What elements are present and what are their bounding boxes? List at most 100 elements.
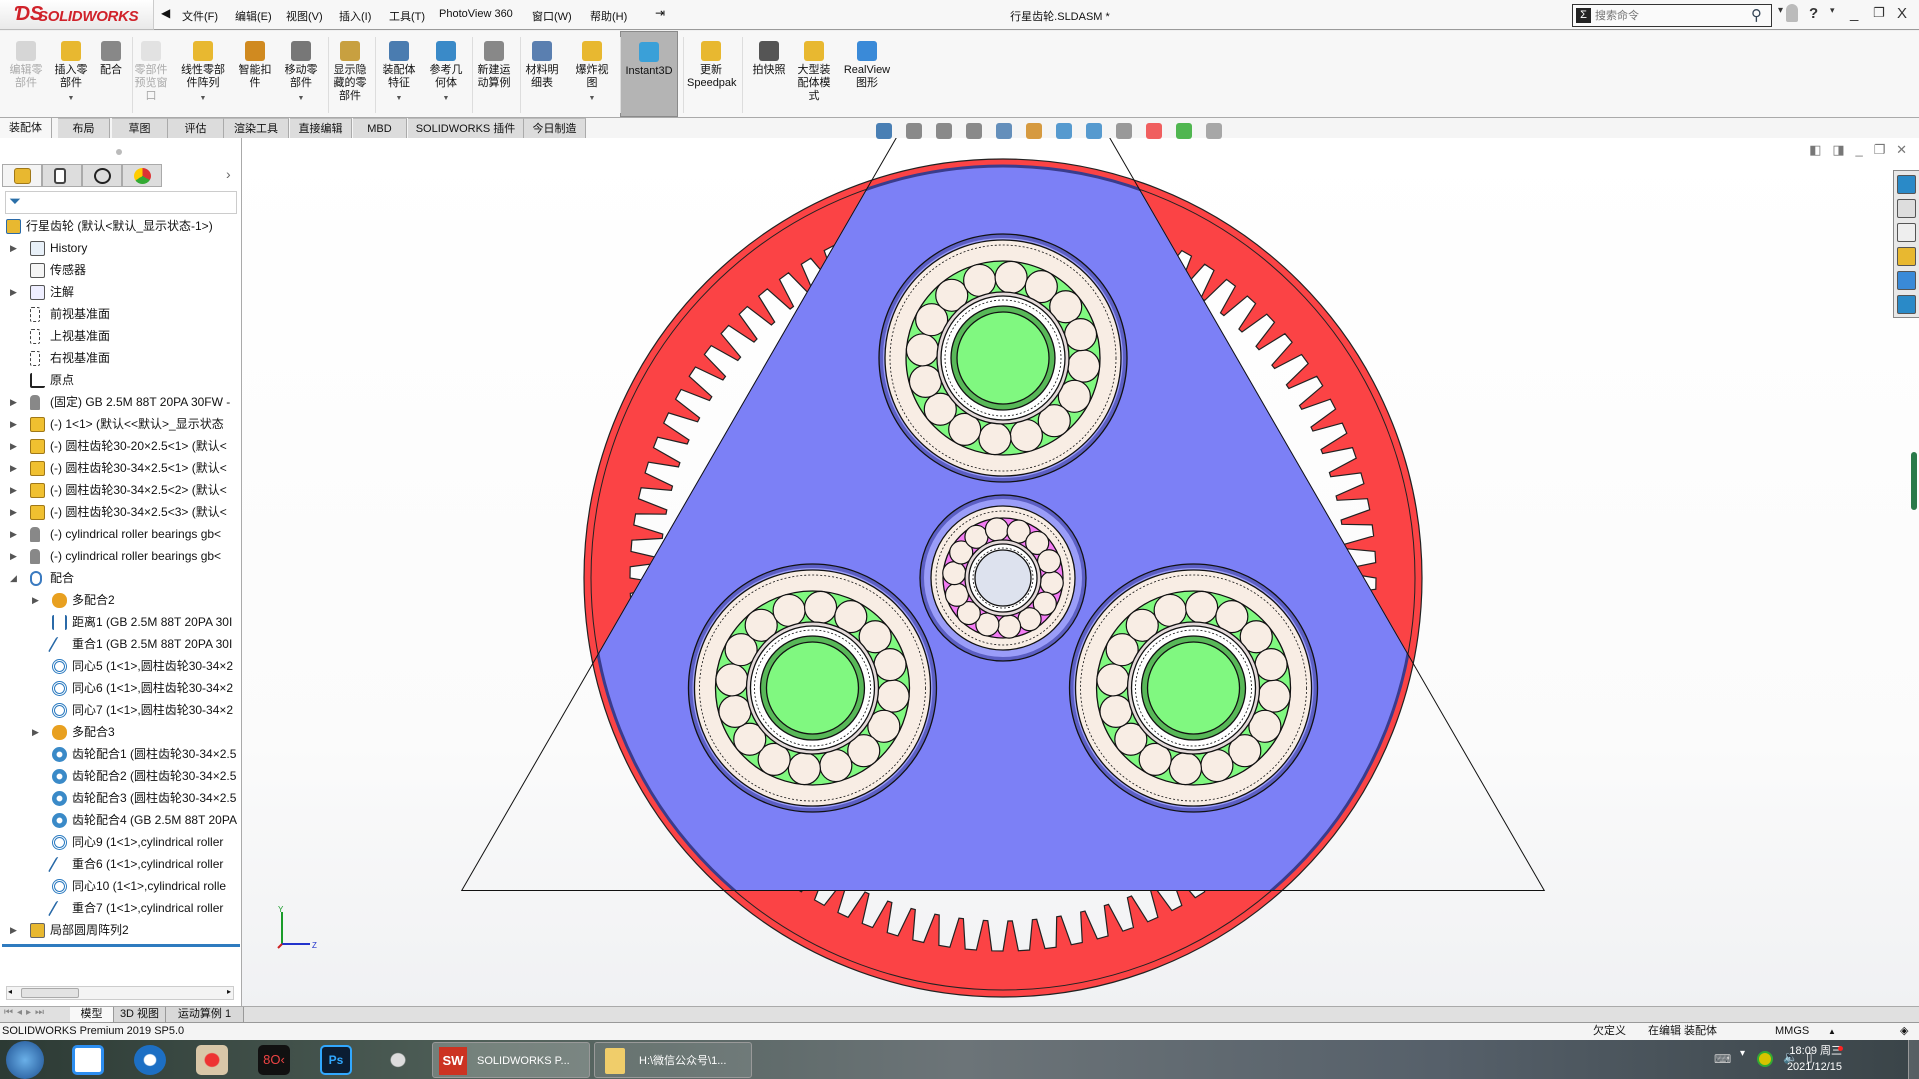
- ribbon-button[interactable]: 参考几 何体 ▼: [422, 31, 470, 117]
- solidworks-logo[interactable]: ƊS SOLIDWORKS: [0, 0, 154, 30]
- tree-filter[interactable]: ⏷: [5, 191, 237, 214]
- tree-item[interactable]: ▶ (-) 圆柱齿轮30-34×2.5<3> (默认<: [0, 501, 240, 523]
- view-settings-icon[interactable]: [1206, 123, 1222, 139]
- dropdown-arrow-icon[interactable]: ▼: [422, 92, 470, 105]
- menu-item[interactable]: 视图(V): [286, 8, 323, 24]
- tree-item[interactable]: ▶ History: [0, 237, 240, 259]
- menu-item[interactable]: 编辑(E): [235, 8, 272, 24]
- planet-gear-3[interactable]: [687, 563, 938, 813]
- tree-item[interactable]: 齿轮配合1 (圆柱齿轮30-34×2.5: [0, 743, 240, 765]
- tree-item[interactable]: ▶ (-) 圆柱齿轮30-34×2.5<2> (默认<: [0, 479, 240, 501]
- view-cube-icon[interactable]: [1056, 123, 1072, 139]
- tree-item[interactable]: 齿轮配合2 (圆柱齿轮30-34×2.5: [0, 765, 240, 787]
- apply-scene-icon[interactable]: [1176, 123, 1192, 139]
- previous-doc-icon[interactable]: ◧: [1809, 142, 1821, 157]
- dropdown-arrow-icon[interactable]: ▼: [568, 92, 616, 105]
- system-clock[interactable]: 18:09 周三 2021/12/15: [1712, 1043, 1842, 1075]
- tree-item[interactable]: ▶ 多配合3: [0, 721, 240, 743]
- tree-item[interactable]: 传感器: [0, 259, 240, 281]
- tab[interactable]: MBD: [353, 118, 407, 138]
- menu-item[interactable]: PhotoView 360: [439, 8, 513, 20]
- scroll-left-icon[interactable]: ◂: [8, 987, 12, 996]
- tab[interactable]: SOLIDWORKS 插件: [408, 118, 524, 138]
- custom-properties-icon[interactable]: [1897, 295, 1916, 314]
- tree-item[interactable]: 重合1 (GB 2.5M 88T 20PA 30I: [0, 633, 240, 655]
- planet-gear-2[interactable]: [1068, 563, 1319, 813]
- task-pane-scroll[interactable]: [1911, 452, 1917, 510]
- display-manager-tab[interactable]: [122, 164, 162, 187]
- ribbon-button[interactable]: 材料明 细表: [518, 31, 566, 117]
- dropdown-arrow-icon[interactable]: ▼: [179, 92, 227, 105]
- restore-icon[interactable]: ❐: [1873, 5, 1885, 21]
- ribbon-button[interactable]: 零部件 预览窗 口: [127, 31, 175, 117]
- show-desktop-button[interactable]: [1908, 1040, 1919, 1079]
- tree-item[interactable]: 齿轮配合3 (圆柱齿轮30-34×2.5: [0, 787, 240, 809]
- quick-tips-icon[interactable]: ◈: [1900, 1023, 1908, 1040]
- menu-item[interactable]: 窗口(W): [532, 8, 572, 24]
- graphics-area[interactable]: Y Z ◧ ◨ _ ❐ ✕: [242, 138, 1919, 1006]
- tree-item[interactable]: 上视基准面: [0, 325, 240, 347]
- tree-item[interactable]: 重合7 (1<1>,cylindrical roller: [0, 897, 240, 919]
- rollback-bar[interactable]: [2, 944, 240, 947]
- tab[interactable]: 布局: [58, 118, 110, 138]
- previous-view-icon[interactable]: [966, 123, 982, 139]
- help-icon[interactable]: ?: [1809, 5, 1818, 22]
- file-explorer-icon[interactable]: [1897, 223, 1916, 242]
- tree-item[interactable]: ▶ (-) 1<1> (默认<<默认>_显示状态: [0, 413, 240, 435]
- bottom-tab[interactable]: 3D 视图: [114, 1007, 166, 1023]
- dynamic-annotation-icon[interactable]: [1026, 123, 1042, 139]
- search-commands[interactable]: Σ ⚲: [1572, 4, 1772, 27]
- tab[interactable]: 装配体: [0, 118, 52, 138]
- view-orientation-icon[interactable]: [876, 123, 892, 139]
- edit-appearance-icon[interactable]: [1146, 123, 1162, 139]
- ribbon-button[interactable]: 爆炸视 图 ▼: [568, 31, 616, 117]
- minimize-icon[interactable]: _: [1850, 5, 1858, 22]
- unit-system[interactable]: MMGS: [1775, 1023, 1809, 1040]
- tree-item[interactable]: ▶ (-) cylindrical roller bearings gb<: [0, 523, 240, 545]
- tab[interactable]: 今日制造: [524, 118, 586, 138]
- home-icon[interactable]: [1897, 175, 1916, 194]
- ribbon-button[interactable]: 更新 Speedpak: [687, 31, 737, 117]
- tree-item[interactable]: ▶ (固定) GB 2.5M 88T 20PA 30FW -: [0, 391, 240, 413]
- pin-menu-icon[interactable]: ⇥: [655, 6, 665, 20]
- tree-item[interactable]: ▶ (-) cylindrical roller bearings gb<: [0, 545, 240, 567]
- collapsed-arrow-icon[interactable]: ▶: [10, 523, 17, 545]
- feature-manager-tab[interactable]: [2, 164, 42, 187]
- tree-item[interactable]: 同心7 (1<1>,圆柱齿轮30-34×2: [0, 699, 240, 721]
- collapsed-arrow-icon[interactable]: ▶: [10, 391, 17, 413]
- menu-item[interactable]: 工具(T): [389, 8, 425, 24]
- ribbon-button[interactable]: 移动零 部件 ▼: [277, 31, 325, 117]
- tree-item[interactable]: ▶ (-) 圆柱齿轮30-20×2.5<1> (默认<: [0, 435, 240, 457]
- menu-item[interactable]: 文件(F): [182, 8, 218, 24]
- ribbon-button[interactable]: 智能扣 件: [231, 31, 279, 117]
- collapse-menu-icon[interactable]: ◀: [161, 6, 170, 20]
- tree-item[interactable]: 重合6 (1<1>,cylindrical roller: [0, 853, 240, 875]
- tree-item[interactable]: ▶ 局部圆周阵列2: [0, 919, 240, 941]
- horizontal-scrollbar[interactable]: ◂ ▸: [6, 986, 234, 1000]
- bottom-tab[interactable]: 运动算例 1: [166, 1007, 244, 1023]
- scroll-right-icon[interactable]: ▸: [227, 987, 231, 996]
- tree-item[interactable]: 行星齿轮 (默认<默认_显示状态-1>): [0, 215, 240, 237]
- doc-close-icon[interactable]: ✕: [1896, 142, 1907, 157]
- collapsed-arrow-icon[interactable]: ▶: [32, 589, 39, 611]
- search-dropdown-icon[interactable]: ▾: [1778, 5, 1783, 16]
- menu-item[interactable]: 帮助(H): [590, 8, 627, 24]
- tree-item[interactable]: 齿轮配合4 (GB 2.5M 88T 20PA: [0, 809, 240, 831]
- close-icon[interactable]: X: [1897, 5, 1907, 22]
- sun-gear-bearing[interactable]: [919, 494, 1087, 662]
- start-button-icon[interactable]: [6, 1041, 44, 1079]
- tree-item[interactable]: 距离1 (GB 2.5M 88T 20PA 30I: [0, 611, 240, 633]
- section-view-icon[interactable]: [996, 123, 1012, 139]
- tab[interactable]: 评估: [168, 118, 224, 138]
- tree-item[interactable]: 同心10 (1<1>,cylindrical rolle: [0, 875, 240, 897]
- planetary-gear-model[interactable]: [242, 138, 1919, 1006]
- browser-icon[interactable]: [134, 1045, 166, 1075]
- collapsed-arrow-icon[interactable]: ▶: [32, 721, 39, 743]
- dropdown-arrow-icon[interactable]: ▼: [375, 92, 423, 105]
- ribbon-button[interactable]: 拍快照: [745, 31, 793, 117]
- bottom-tab[interactable]: 模型: [70, 1007, 114, 1023]
- property-manager-tab[interactable]: [42, 164, 82, 187]
- tab[interactable]: 直接编辑: [290, 118, 352, 138]
- snipping-tool-icon[interactable]: [382, 1045, 414, 1075]
- view-palette-icon[interactable]: [1897, 247, 1916, 266]
